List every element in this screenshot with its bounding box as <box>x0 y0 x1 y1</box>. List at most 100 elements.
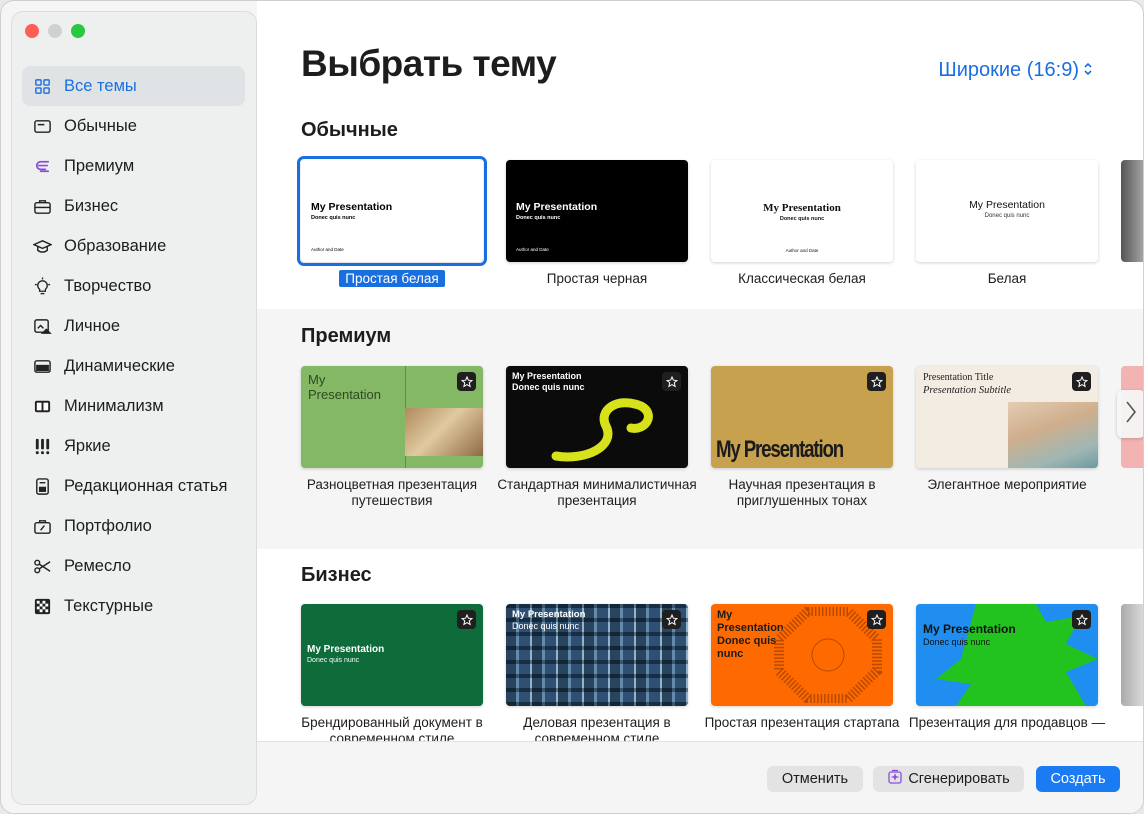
section-title-premium: Премиум <box>301 325 392 347</box>
page-title: Выбрать тему <box>301 43 557 84</box>
thumb-title: My Presentation <box>923 622 1016 636</box>
theme-thumbnail: My Presentation Donec quis nunc Author a… <box>506 160 688 262</box>
sidebar-item-label: Личное <box>64 316 121 335</box>
scissors-icon <box>32 556 52 576</box>
category-list: Все темы Обычные Премиум Бизнес Образова… <box>22 66 245 626</box>
theme-chooser-window: Все темы Обычные Премиум Бизнес Образова… <box>0 0 1144 814</box>
theme-caption: Простая белая <box>287 270 497 287</box>
sidebar-item-creative[interactable]: Творчество <box>22 266 245 306</box>
sidebar-item-minimal[interactable]: Минимализм <box>22 386 245 426</box>
personal-photo-icon <box>32 316 52 336</box>
close-window-button[interactable] <box>25 24 39 38</box>
premium-badge-icon <box>457 372 476 391</box>
sidebar-item-label: Премиум <box>64 156 135 175</box>
sidebar-item-textured[interactable]: Текстурные <box>22 586 245 626</box>
theme-thumbnail: Presentation Title Presentation Subtitle <box>916 366 1098 468</box>
sidebar-item-label: Творчество <box>64 276 152 295</box>
beach-photo <box>1008 402 1098 468</box>
thumb-subtitle: Donec quis nunc <box>779 216 825 222</box>
sidebar-item-personal[interactable]: Личное <box>22 306 245 346</box>
sidebar-item-business[interactable]: Бизнес <box>22 186 245 226</box>
sidebar-item-basic[interactable]: Обычные <box>22 106 245 146</box>
sidebar-item-label: Минимализм <box>64 396 164 415</box>
thumb-footer: Author and Date <box>516 247 549 252</box>
caption-text: Простая белая <box>339 270 445 287</box>
thumb-title: My Presentation <box>716 436 844 463</box>
thumb-title: Presentation Title <box>923 372 994 383</box>
thumb-title: My Presentation <box>763 202 841 214</box>
generate-label: Сгенерировать <box>908 771 1010 787</box>
sidebar-item-label: Текстурные <box>64 596 154 615</box>
sidebar-item-craft[interactable]: Ремесло <box>22 546 245 586</box>
sidebar-item-education[interactable]: Образование <box>22 226 245 266</box>
theme-thumbnail: My Presentation Donec quis nunc Author a… <box>711 160 893 262</box>
traffic-lights <box>25 24 85 38</box>
footer-bar: Отменить Сгенерировать Создать <box>257 741 1143 813</box>
maximize-window-button[interactable] <box>71 24 85 38</box>
theme-caption: Белая <box>987 271 1027 286</box>
premium-badge-icon <box>662 610 681 629</box>
portfolio-icon <box>32 516 52 536</box>
graduation-cap-icon <box>32 236 52 256</box>
theme-caption: Простая презентация стартапа <box>704 715 900 730</box>
theme-thumbnail: My Presentation Donec quis nunc <box>301 604 483 706</box>
sidebar-item-label: Яркие <box>64 436 111 455</box>
sidebar-item-label: Обычные <box>64 116 137 135</box>
theme-thumbnail: My Presentation Donec quis nunc <box>506 604 688 706</box>
theme-caption: Брендированный документ в современном ст… <box>301 715 483 741</box>
chevron-up-down-icon <box>1083 59 1093 82</box>
sidebar-item-label: Ремесло <box>64 556 132 575</box>
sidebar-item-premium[interactable]: Премиум <box>22 146 245 186</box>
sidebar-item-dynamic[interactable]: Динамические <box>22 346 245 386</box>
sidebar-item-label: Редакционная статья <box>64 476 228 495</box>
premium-badge-icon <box>662 372 681 391</box>
minimize-window-button[interactable] <box>48 24 62 38</box>
sidebar-item-label: Динамические <box>64 356 175 375</box>
cancel-button[interactable]: Отменить <box>767 766 863 792</box>
section-title-basic: Обычные <box>301 119 398 141</box>
thumb-title: My Presentation <box>512 371 582 381</box>
starburst-graphic <box>936 604 1098 706</box>
thumb-title: My Presentation <box>512 609 586 620</box>
theme-thumbnail: My Presentation <box>301 366 483 468</box>
scroll-next-button[interactable] <box>1117 390 1143 438</box>
theme-thumbnail: My Presentation Donec quis nunc <box>916 160 1098 262</box>
sidebar-item-all-themes[interactable]: Все темы <box>22 66 245 106</box>
thumb-title: My Presentation <box>308 372 381 402</box>
section-title-business: Бизнес <box>301 564 372 586</box>
dynamic-slide-icon <box>32 356 52 376</box>
premium-badge-icon <box>1072 372 1091 391</box>
sidebar-item-portfolio[interactable]: Портфолио <box>22 506 245 546</box>
generate-button[interactable]: Сгенерировать <box>873 766 1024 792</box>
lightbulb-icon <box>32 276 52 296</box>
ribbon-graphic <box>551 398 653 462</box>
thumb-subtitle: Presentation Subtitle <box>923 385 1011 396</box>
theme-caption: Деловая презентация в современном стиле <box>523 715 671 741</box>
sidebar-item-label: Образование <box>64 236 167 255</box>
thumb-subtitle: Donec quis nunc <box>923 637 991 647</box>
theme-caption: Разноцветная презентация путешествия <box>306 477 478 508</box>
thumb-subtitle: Donec quis nunc <box>307 657 360 664</box>
checkerboard-icon <box>32 596 52 616</box>
selection-ring <box>297 156 487 266</box>
sidebar: Все темы Обычные Премиум Бизнес Образова… <box>11 11 257 805</box>
sidebar-item-label: Все темы <box>64 76 137 95</box>
next-theme-peek <box>1121 604 1143 706</box>
cancel-label: Отменить <box>781 771 849 787</box>
sidebar-item-label: Портфолио <box>64 516 152 535</box>
create-button[interactable]: Создать <box>1036 766 1120 792</box>
section-basic: Выбрать тему Широкие (16:9) Обычные My P… <box>257 1 1143 309</box>
sidebar-item-bright[interactable]: Яркие <box>22 426 245 466</box>
document-icon <box>32 476 52 496</box>
theme-caption: Простая черная <box>546 271 648 286</box>
generate-icon <box>887 769 903 789</box>
grid-icon <box>32 76 52 96</box>
theme-caption: Презентация для продавцов — <box>908 715 1106 730</box>
create-label: Создать <box>1050 771 1106 787</box>
sidebar-item-editorial[interactable]: Редакционная статья <box>22 466 245 506</box>
theme-caption: Классическая белая <box>738 271 866 286</box>
slide-size-popup[interactable]: Широкие (16:9) <box>938 59 1093 82</box>
theme-thumbnail: My Presentation <box>711 366 893 468</box>
theme-caption: Стандартная минималистичная презентация <box>497 477 697 508</box>
minimal-panels-icon <box>32 396 52 416</box>
